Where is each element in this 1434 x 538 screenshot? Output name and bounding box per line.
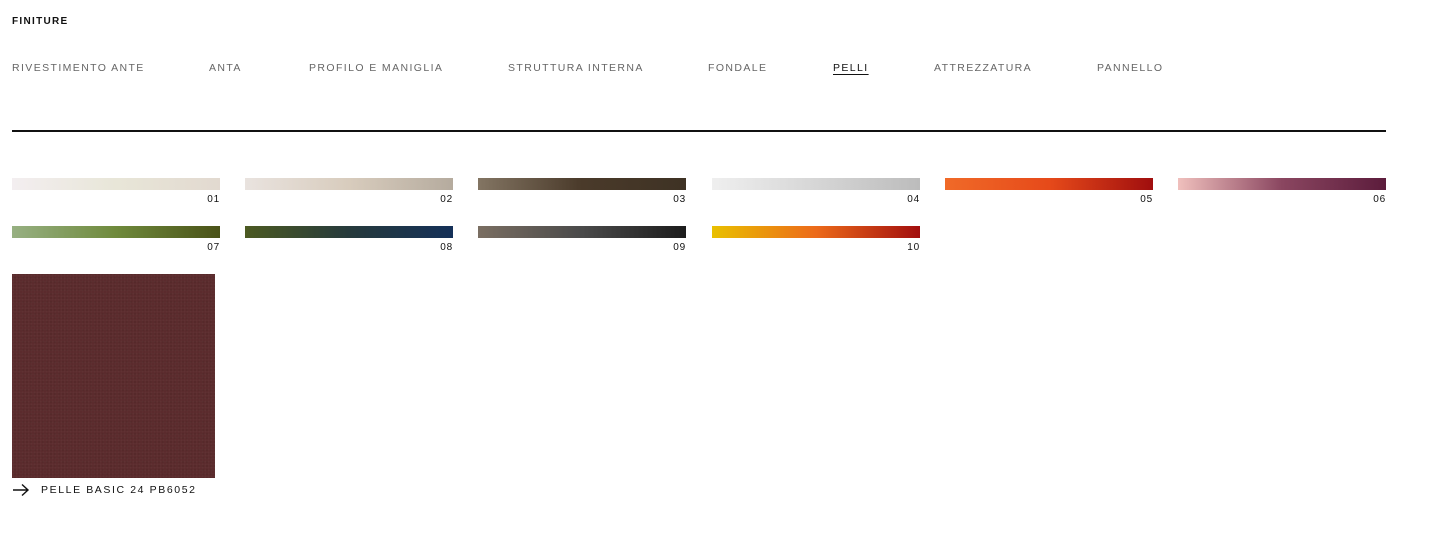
tab-pelli[interactable]: PELLI	[833, 62, 869, 74]
tab-pannello[interactable]: PANNELLO	[1097, 62, 1163, 74]
leather-link[interactable]: PELLE BASIC 24 PB6052	[12, 481, 197, 499]
swatch-number: 03	[673, 194, 686, 205]
tab-attrezzatura[interactable]: ATTREZZATURA	[934, 62, 1032, 74]
tab-anta[interactable]: ANTA	[209, 62, 242, 74]
swatch-06[interactable]	[1178, 178, 1386, 190]
swatch-number: 10	[907, 242, 920, 253]
swatch-10[interactable]	[712, 226, 920, 238]
swatch-07[interactable]	[12, 226, 220, 238]
tab-struttura-interna[interactable]: STRUTTURA INTERNA	[508, 62, 644, 74]
divider	[12, 130, 1386, 132]
swatch-number: 07	[207, 242, 220, 253]
swatch-number: 01	[207, 194, 220, 205]
swatch-number: 02	[440, 194, 453, 205]
swatch-08[interactable]	[245, 226, 453, 238]
swatch-03[interactable]	[478, 178, 686, 190]
leather-name: PELLE BASIC 24 PB6052	[41, 484, 197, 496]
swatch-02[interactable]	[245, 178, 453, 190]
swatch-number: 08	[440, 242, 453, 253]
tab-rivestimento-ante[interactable]: RIVESTIMENTO ANTE	[12, 62, 145, 74]
swatch-01[interactable]	[12, 178, 220, 190]
swatch-05[interactable]	[945, 178, 1153, 190]
leather-preview	[12, 274, 215, 478]
tab-fondale[interactable]: FONDALE	[708, 62, 767, 74]
swatch-09[interactable]	[478, 226, 686, 238]
swatch-number: 09	[673, 242, 686, 253]
swatch-number: 04	[907, 194, 920, 205]
swatch-04[interactable]	[712, 178, 920, 190]
swatch-number: 06	[1373, 194, 1386, 205]
section-title: FINITURE	[12, 16, 69, 27]
tab-profilo-e-maniglia[interactable]: PROFILO E MANIGLIA	[309, 62, 443, 74]
swatch-number: 05	[1140, 194, 1153, 205]
arrow-right-icon	[12, 483, 30, 497]
